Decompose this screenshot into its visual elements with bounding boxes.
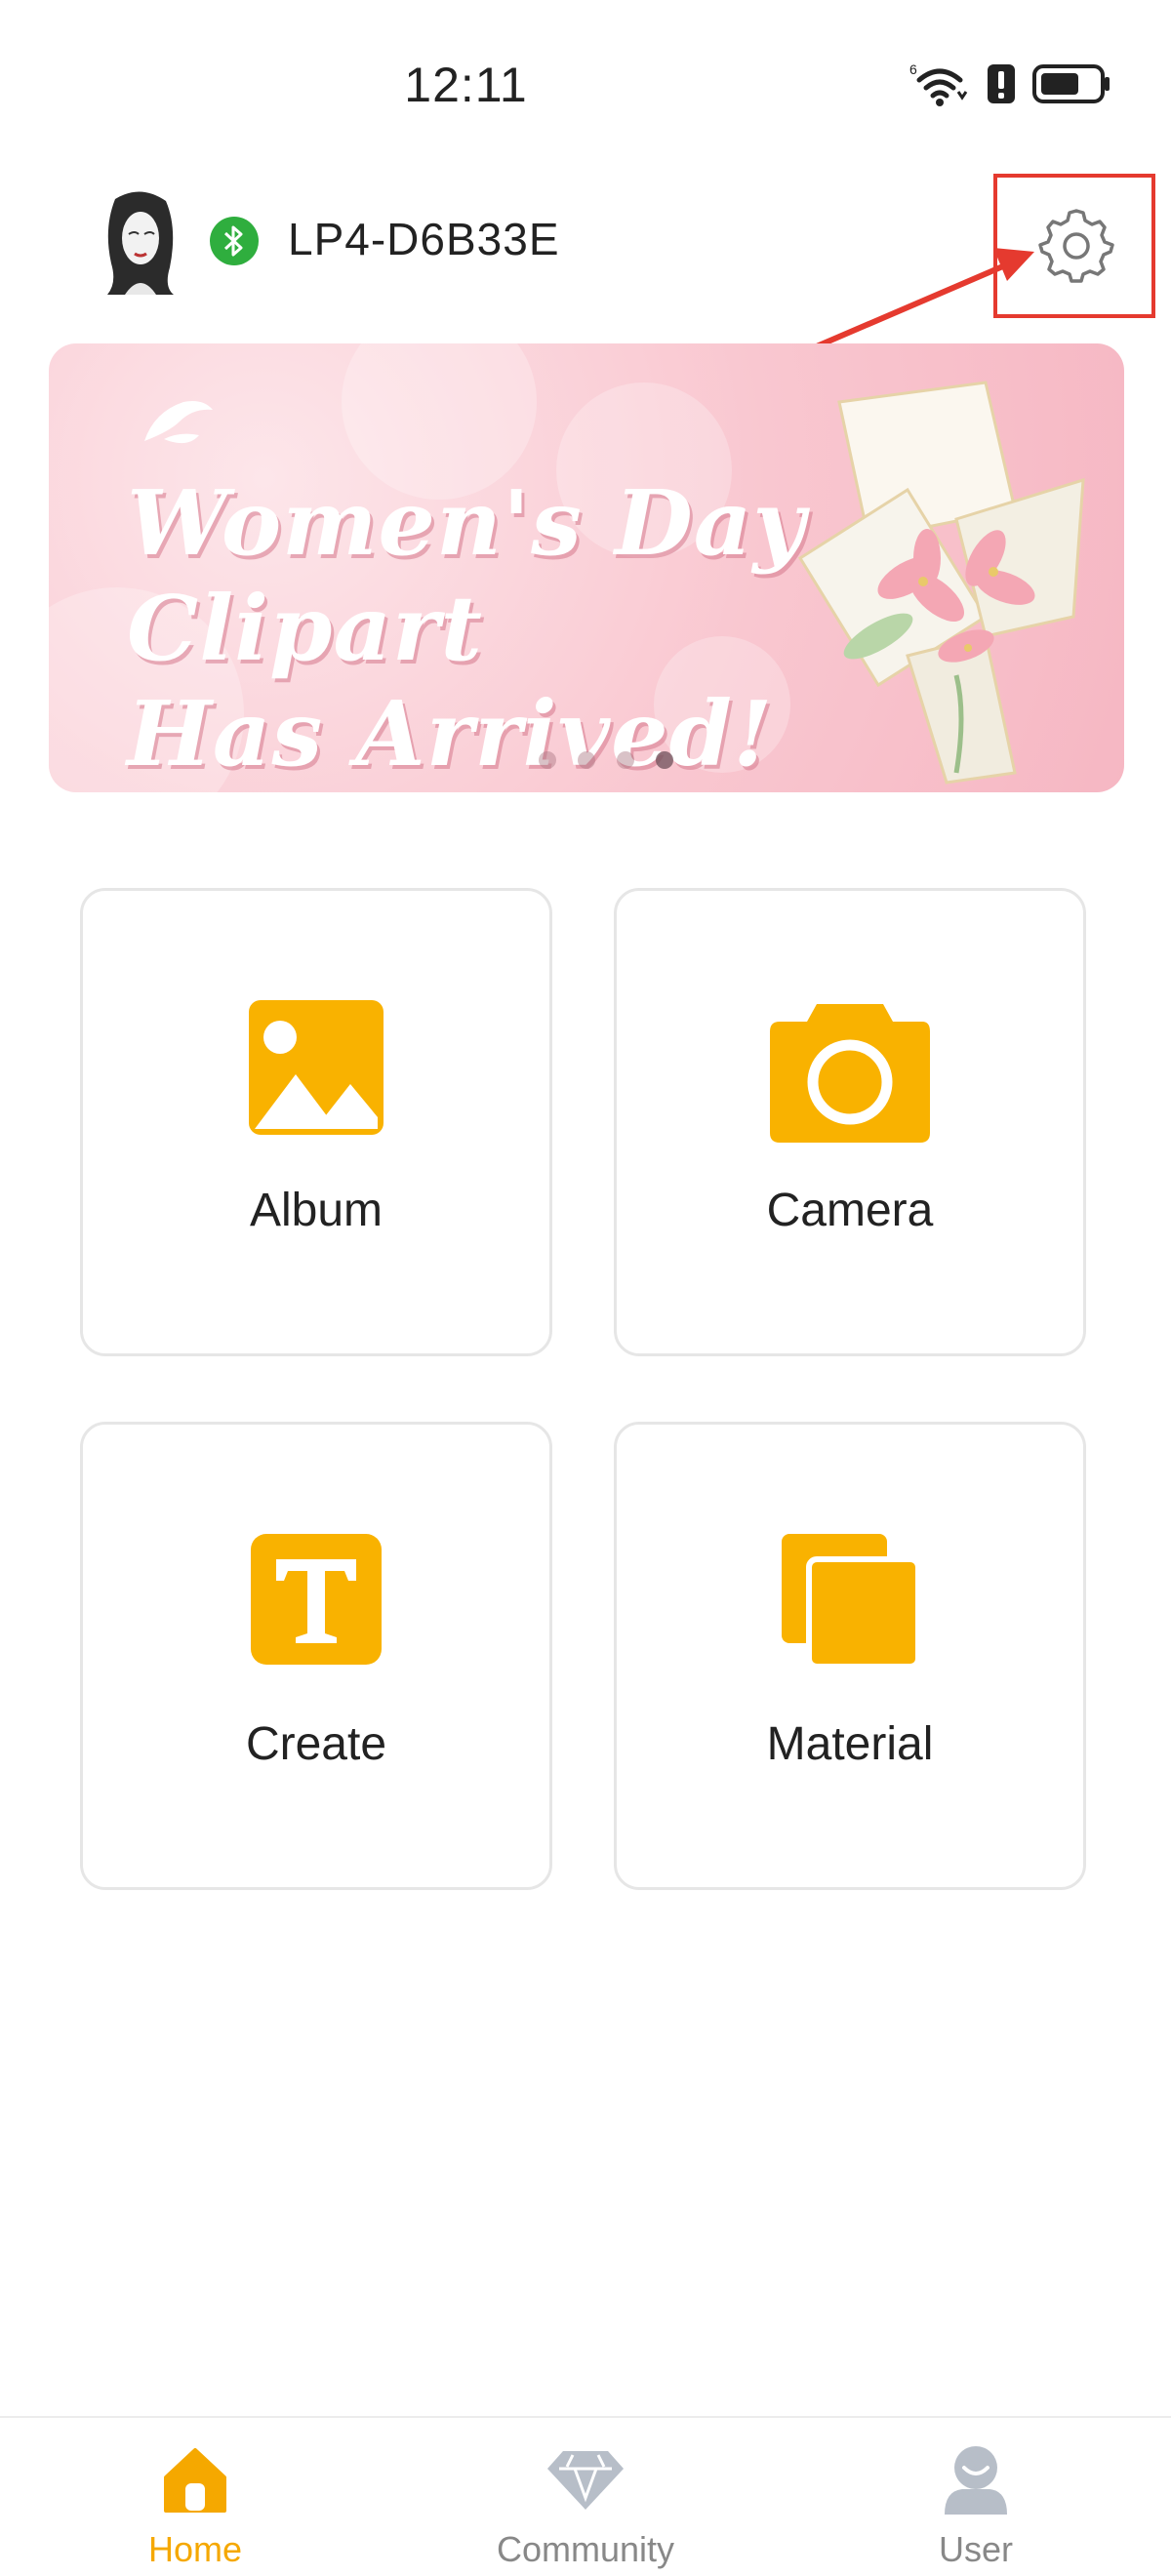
album-tile[interactable]: Album [80,888,552,1356]
status-bar: 12:11 6 [0,0,1171,166]
nav-community-label: Community [496,2529,675,2569]
header: LP4-D6B33E [0,176,1171,312]
brand-logo-icon [135,392,222,456]
camera-icon [768,998,932,1145]
nav-home-label: Home [147,2529,243,2569]
carousel-dot[interactable] [617,751,634,769]
device-name[interactable]: LP4-D6B33E [288,213,560,265]
gear-icon [1038,207,1114,288]
camera-tile[interactable]: Camera [614,888,1086,1356]
create-tile[interactable]: Create [80,1422,552,1890]
wifi-icon: 6 [909,60,970,112]
text-create-icon [249,1532,384,1678]
carousel-dots [49,751,1124,769]
nav-user-label: User [938,2529,1013,2569]
material-copy-icon [780,1532,921,1678]
battery-icon [1032,64,1110,108]
nav-user[interactable]: User [849,2437,1103,2574]
carousel-dot-active[interactable] [656,751,673,769]
bluetooth-icon [210,217,259,265]
carousel-dot[interactable] [578,751,595,769]
home-icon [160,2444,230,2519]
album-icon [247,998,385,1145]
material-label: Material [766,1718,934,1770]
status-time: 12:11 [404,58,528,112]
create-label: Create [245,1718,387,1770]
status-icons: 6 [909,60,1110,112]
alert-icon [988,64,1015,108]
diamond-icon [545,2447,626,2516]
flower-bouquet-image [761,363,1112,792]
album-label: Album [249,1185,384,1236]
nav-community[interactable]: Community [459,2437,712,2574]
material-tile[interactable]: Material [614,1422,1086,1890]
camera-label: Camera [766,1185,934,1236]
carousel-dot[interactable] [539,751,556,769]
bottom-nav: Home Community User [0,2416,1171,2576]
nav-home[interactable]: Home [68,2437,322,2574]
avatar[interactable] [96,189,185,295]
promo-banner[interactable]: Women's Day Clipart Has Arrived! [49,343,1124,792]
settings-button[interactable] [1032,203,1120,291]
svg-text:6: 6 [909,61,917,77]
user-icon [941,2442,1011,2521]
